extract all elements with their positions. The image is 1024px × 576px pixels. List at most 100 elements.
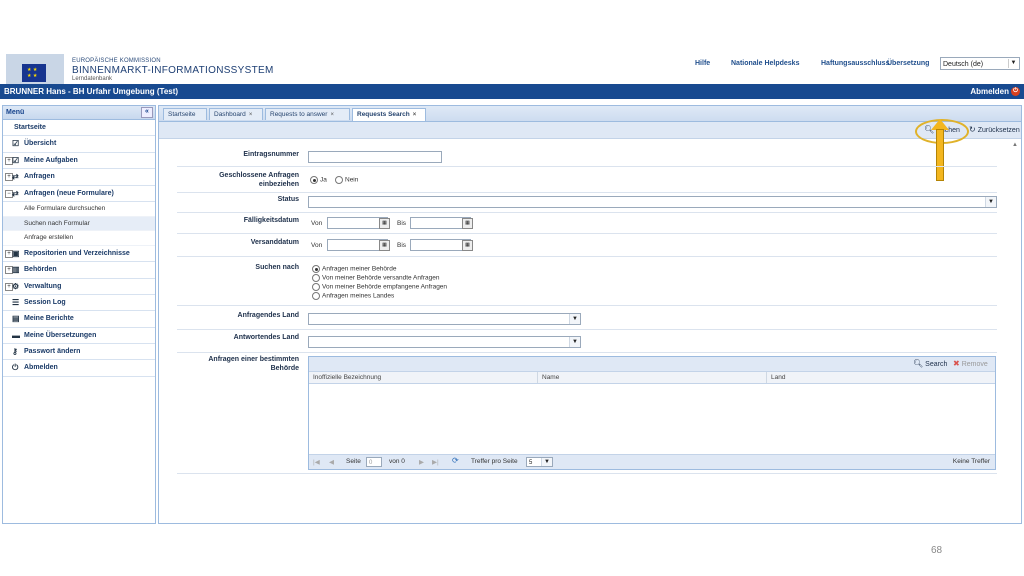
- remove-icon: ✖: [953, 359, 960, 368]
- chat-icon: ▬: [12, 330, 20, 340]
- sidebar-item-startseite[interactable]: Startseite: [3, 120, 155, 137]
- first-page-icon[interactable]: |◀: [313, 458, 320, 466]
- column-header[interactable]: Name: [538, 372, 767, 383]
- tab-dashboard[interactable]: Dashboard ×: [209, 108, 263, 120]
- sidebar-title: Menü: [6, 109, 25, 116]
- grid-remove-button[interactable]: ✖ Remove: [953, 359, 988, 370]
- tab-label: Startseite: [168, 111, 196, 118]
- link-uebersetzung[interactable]: Übersetzung: [887, 60, 929, 67]
- grid-pager: |◀ ◀ Seite 0 von 0 ▶ ▶| ⟳ Treffer pro Se…: [309, 454, 995, 469]
- eintragsnummer-input[interactable]: [308, 151, 442, 163]
- sidebar-subitem-anfrage-erstellen[interactable]: Anfrage erstellen: [3, 231, 155, 246]
- label-bis: Bis: [397, 242, 407, 249]
- tab-requests-to-answer[interactable]: Requests to answer ×: [265, 108, 350, 120]
- label-faelligkeitsdatum: Fälligkeitsdatum: [243, 217, 299, 224]
- tab-startseite[interactable]: Startseite: [163, 108, 207, 120]
- radio-icon: [335, 176, 343, 184]
- calendar-icon[interactable]: ▦: [379, 218, 390, 229]
- radio-label: Von meiner Behörde empfangene Anfragen: [322, 283, 448, 291]
- sidebar-item-behoerden[interactable]: + ▥ Behörden: [3, 262, 155, 279]
- sidebar-item-berichte[interactable]: ▤ Meine Berichte: [3, 311, 155, 328]
- reset-button-label: Zurücksetzen: [977, 127, 1020, 134]
- per-page-value: 5: [529, 460, 533, 466]
- divider: [177, 329, 997, 330]
- calendar-icon[interactable]: ▦: [379, 240, 390, 251]
- calendar-icon[interactable]: ▦: [462, 240, 473, 251]
- sidebar-item-label: Anfragen: [24, 173, 55, 181]
- close-icon[interactable]: ×: [330, 112, 334, 118]
- briefcase-icon: ▣: [12, 248, 20, 258]
- language-value: Deutsch (de): [943, 61, 984, 68]
- close-icon[interactable]: ×: [249, 112, 253, 118]
- sidebar-subitem-alle-formulare[interactable]: Alle Formulare durchsuchen: [3, 202, 155, 217]
- page-input[interactable]: 0: [366, 457, 382, 467]
- calendar-icon[interactable]: ▦: [462, 218, 473, 229]
- antwortendes-land-select[interactable]: ▼: [308, 336, 581, 348]
- exchange-icon: ⇄: [12, 188, 19, 198]
- label-anfragendes-land: Anfragendes Land: [237, 312, 299, 319]
- radio-suchen-1[interactable]: Anfragen meiner Behörde: [312, 265, 396, 273]
- radio-label: Von meiner Behörde versandte Anfragen: [322, 274, 440, 282]
- sidebar-item-aufgaben[interactable]: + ☑ Meine Aufgaben: [3, 153, 155, 170]
- link-helpdesks[interactable]: Nationale Helpdesks: [731, 60, 799, 67]
- sidebar-item-anfragen[interactable]: + ⇄ Anfragen: [3, 169, 155, 186]
- close-icon[interactable]: ×: [413, 112, 417, 118]
- sidebar-item-verwaltung[interactable]: + ⚙ Verwaltung: [3, 279, 155, 295]
- ec-logo: [6, 54, 64, 84]
- sidebar-item-uebersetzungen[interactable]: ▬ Meine Übersetzungen: [3, 328, 155, 345]
- column-header[interactable]: Land: [767, 372, 995, 383]
- anfragendes-land-select[interactable]: ▼: [308, 313, 581, 325]
- page-value: 0: [369, 460, 373, 466]
- radio-ja[interactable]: Ja: [310, 176, 327, 184]
- divider: [177, 166, 997, 167]
- pointer-arrow-shaft: [936, 129, 944, 181]
- sidebar-subitem-suchen-formular[interactable]: Suchen nach Formular: [3, 216, 155, 232]
- radio-label: Nein: [345, 176, 359, 184]
- sidebar-item-anfragen-neu[interactable]: − ⇄ Anfragen (neue Formulare): [3, 186, 155, 202]
- grid-search-button[interactable]: 🔍︎ Search: [913, 359, 947, 370]
- sidebar-item-abmelden[interactable]: ⏻ Abmelden: [3, 360, 155, 377]
- refresh-icon[interactable]: ⟳: [452, 456, 459, 465]
- tab-label: Requests Search: [357, 111, 410, 118]
- radio-suchen-3[interactable]: Von meiner Behörde empfangene Anfragen: [312, 283, 447, 291]
- last-page-icon[interactable]: ▶|: [432, 458, 439, 466]
- user-name: BRUNNER Hans - BH Urfahr Umgebung (Test): [4, 87, 179, 96]
- sidebar-item-repositorien[interactable]: + ▣ Repositorien und Verzeichnisse: [3, 246, 155, 263]
- sidebar-header: Menü «: [3, 106, 155, 120]
- sidebar-item-label: Meine Berichte: [24, 315, 74, 323]
- column-header[interactable]: Inoffizielle Bezeichnung: [309, 372, 538, 383]
- radio-suchen-2[interactable]: Von meiner Behörde versandte Anfragen: [312, 274, 439, 282]
- collapse-icon[interactable]: «: [141, 107, 153, 118]
- chevron-down-icon: ▼: [541, 458, 552, 466]
- radio-label: Anfragen meiner Behörde: [322, 265, 397, 273]
- link-hilfe[interactable]: Hilfe: [695, 60, 710, 67]
- sidebar-item-uebersicht[interactable]: ☑ Übersicht: [3, 136, 155, 153]
- radio-nein[interactable]: Nein: [335, 176, 358, 184]
- sidebar-item-label: Übersicht: [24, 140, 57, 148]
- radio-suchen-4[interactable]: Anfragen meines Landes: [312, 292, 394, 300]
- link-haftungsausschluss[interactable]: Haftungsausschluss: [821, 60, 889, 67]
- language-select[interactable]: Deutsch (de) ▼: [940, 57, 1020, 70]
- tab-requests-search[interactable]: Requests Search ×: [352, 108, 426, 121]
- radio-selected-icon: [312, 265, 320, 273]
- chevron-down-icon: ▼: [569, 314, 580, 324]
- divider: [177, 305, 997, 306]
- logout-button[interactable]: Abmelden ⏻: [970, 84, 1020, 99]
- radio-label: Ja: [320, 176, 327, 184]
- radio-icon: [312, 283, 320, 291]
- per-page-select[interactable]: 5 ▼: [526, 457, 553, 467]
- divider: [177, 212, 997, 213]
- label-bestimmte-behoerde: Anfragen einer bestimmten: [208, 356, 299, 363]
- sidebar-item-label: Session Log: [24, 298, 66, 306]
- grid-remove-label: Remove: [961, 361, 988, 368]
- status-select[interactable]: ▼: [308, 196, 997, 208]
- sidebar-item-session-log[interactable]: ☰ Session Log: [3, 295, 155, 312]
- prev-page-icon[interactable]: ◀: [329, 458, 334, 466]
- reset-button[interactable]: ↻ Zurücksetzen: [969, 125, 1020, 136]
- scroll-up-icon[interactable]: ▲: [1012, 142, 1018, 148]
- eu-flag-icon: [22, 64, 46, 82]
- next-page-icon[interactable]: ▶: [419, 458, 424, 466]
- sidebar-item-label: Repositorien und Verzeichnisse: [24, 249, 130, 257]
- sidebar-item-label: Verwaltung: [24, 282, 62, 290]
- sidebar-item-passwort[interactable]: ⚷ Passwort ändern: [3, 344, 155, 361]
